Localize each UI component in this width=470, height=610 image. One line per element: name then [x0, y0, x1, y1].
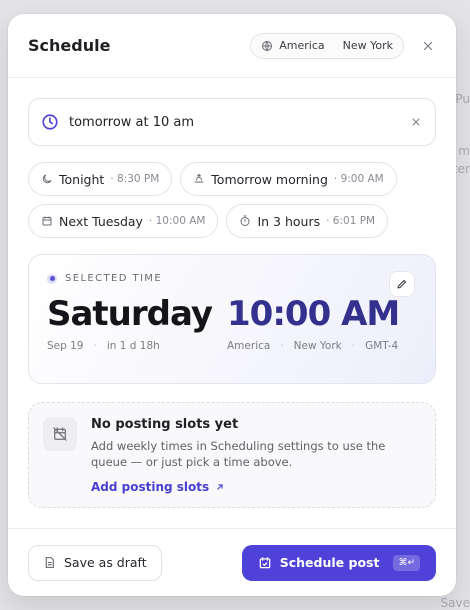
preset-time: · 10:00 AM	[148, 215, 206, 227]
timezone-region: America	[279, 39, 325, 52]
clear-icon[interactable]	[411, 117, 421, 127]
selected-clock-time: 10:00 AM	[227, 294, 400, 334]
preset-in-3-hours[interactable]: In 3 hours · 6:01 PM	[226, 204, 389, 238]
empty-state-title: No posting slots yet	[91, 417, 239, 432]
timezone-city: New York	[342, 39, 393, 52]
selected-region: America	[227, 340, 271, 352]
preset-tomorrow-morning[interactable]: Tomorrow morning · 9:00 AM	[180, 162, 397, 196]
close-button[interactable]	[420, 38, 436, 54]
posting-slots-empty-state: No posting slots yet Add weekly times in…	[28, 402, 436, 508]
schedule-post-button[interactable]: Schedule post ⌘↵	[241, 544, 436, 581]
close-icon	[423, 41, 433, 50]
preset-time: · 6:01 PM	[326, 215, 376, 227]
dialog-footer: Save as draft Schedule post ⌘↵	[8, 528, 456, 596]
preset-label: In 3 hours	[257, 213, 321, 229]
selected-city: New York	[293, 340, 342, 352]
background-text: Save	[440, 596, 470, 610]
empty-state-description: Add weekly times in Scheduling settings …	[91, 439, 386, 469]
globe-icon	[262, 40, 273, 51]
dialog-title: Schedule	[28, 36, 111, 55]
calendar-check-icon	[259, 556, 271, 568]
preset-time: · 8:30 PM	[110, 173, 160, 185]
selected-time-card: SELECTED TIME Saturday Sep 19 · in 1 d 1…	[28, 254, 436, 384]
moon-icon	[42, 174, 52, 184]
dialog-header: Schedule America New York	[8, 14, 456, 78]
preset-chips: Tonight · 8:30 PM Tomorrow morning · 9:0…	[28, 162, 436, 238]
calendar-off-icon	[53, 427, 67, 441]
pencil-icon	[397, 279, 407, 289]
timer-icon	[240, 215, 250, 226]
save-as-draft-label: Save as draft	[64, 555, 147, 570]
preset-label: Next Tuesday	[59, 213, 143, 229]
arrow-up-right-icon	[217, 484, 223, 490]
preset-label: Tonight	[59, 171, 105, 187]
selected-date: Sep 19	[47, 340, 84, 352]
add-posting-slots-link[interactable]: Add posting slots	[91, 480, 421, 494]
preset-label: Tomorrow morning	[211, 171, 328, 187]
edit-time-button[interactable]	[389, 271, 415, 297]
save-as-draft-button[interactable]: Save as draft	[28, 544, 162, 581]
natural-language-time-field	[28, 98, 436, 146]
schedule-post-label: Schedule post	[279, 555, 380, 570]
timezone-selector[interactable]: America New York	[250, 32, 404, 59]
relative-time: in 1 d 18h	[106, 340, 160, 352]
selected-time-label: SELECTED TIME	[65, 273, 163, 284]
keyboard-shortcut: ⌘↵	[393, 554, 420, 571]
preset-tonight[interactable]: Tonight · 8:30 PM	[28, 162, 173, 196]
preset-time: · 9:00 AM	[333, 173, 384, 185]
empty-slot-badge	[43, 417, 77, 451]
add-posting-slots-label: Add posting slots	[91, 480, 210, 494]
background-text: Pu	[455, 92, 470, 106]
status-dot-icon	[47, 273, 57, 284]
sunrise-icon	[194, 173, 204, 183]
preset-next-tuesday[interactable]: Next Tuesday · 10:00 AM	[28, 204, 219, 238]
time-input[interactable]	[69, 114, 401, 130]
selected-day: Saturday	[47, 294, 213, 334]
schedule-dialog: Schedule America New York tomorrow at 10…	[8, 14, 456, 596]
selected-offset: GMT-4	[365, 340, 399, 352]
clock-icon	[42, 114, 58, 130]
document-icon	[45, 557, 54, 568]
calendar-icon	[42, 216, 52, 226]
